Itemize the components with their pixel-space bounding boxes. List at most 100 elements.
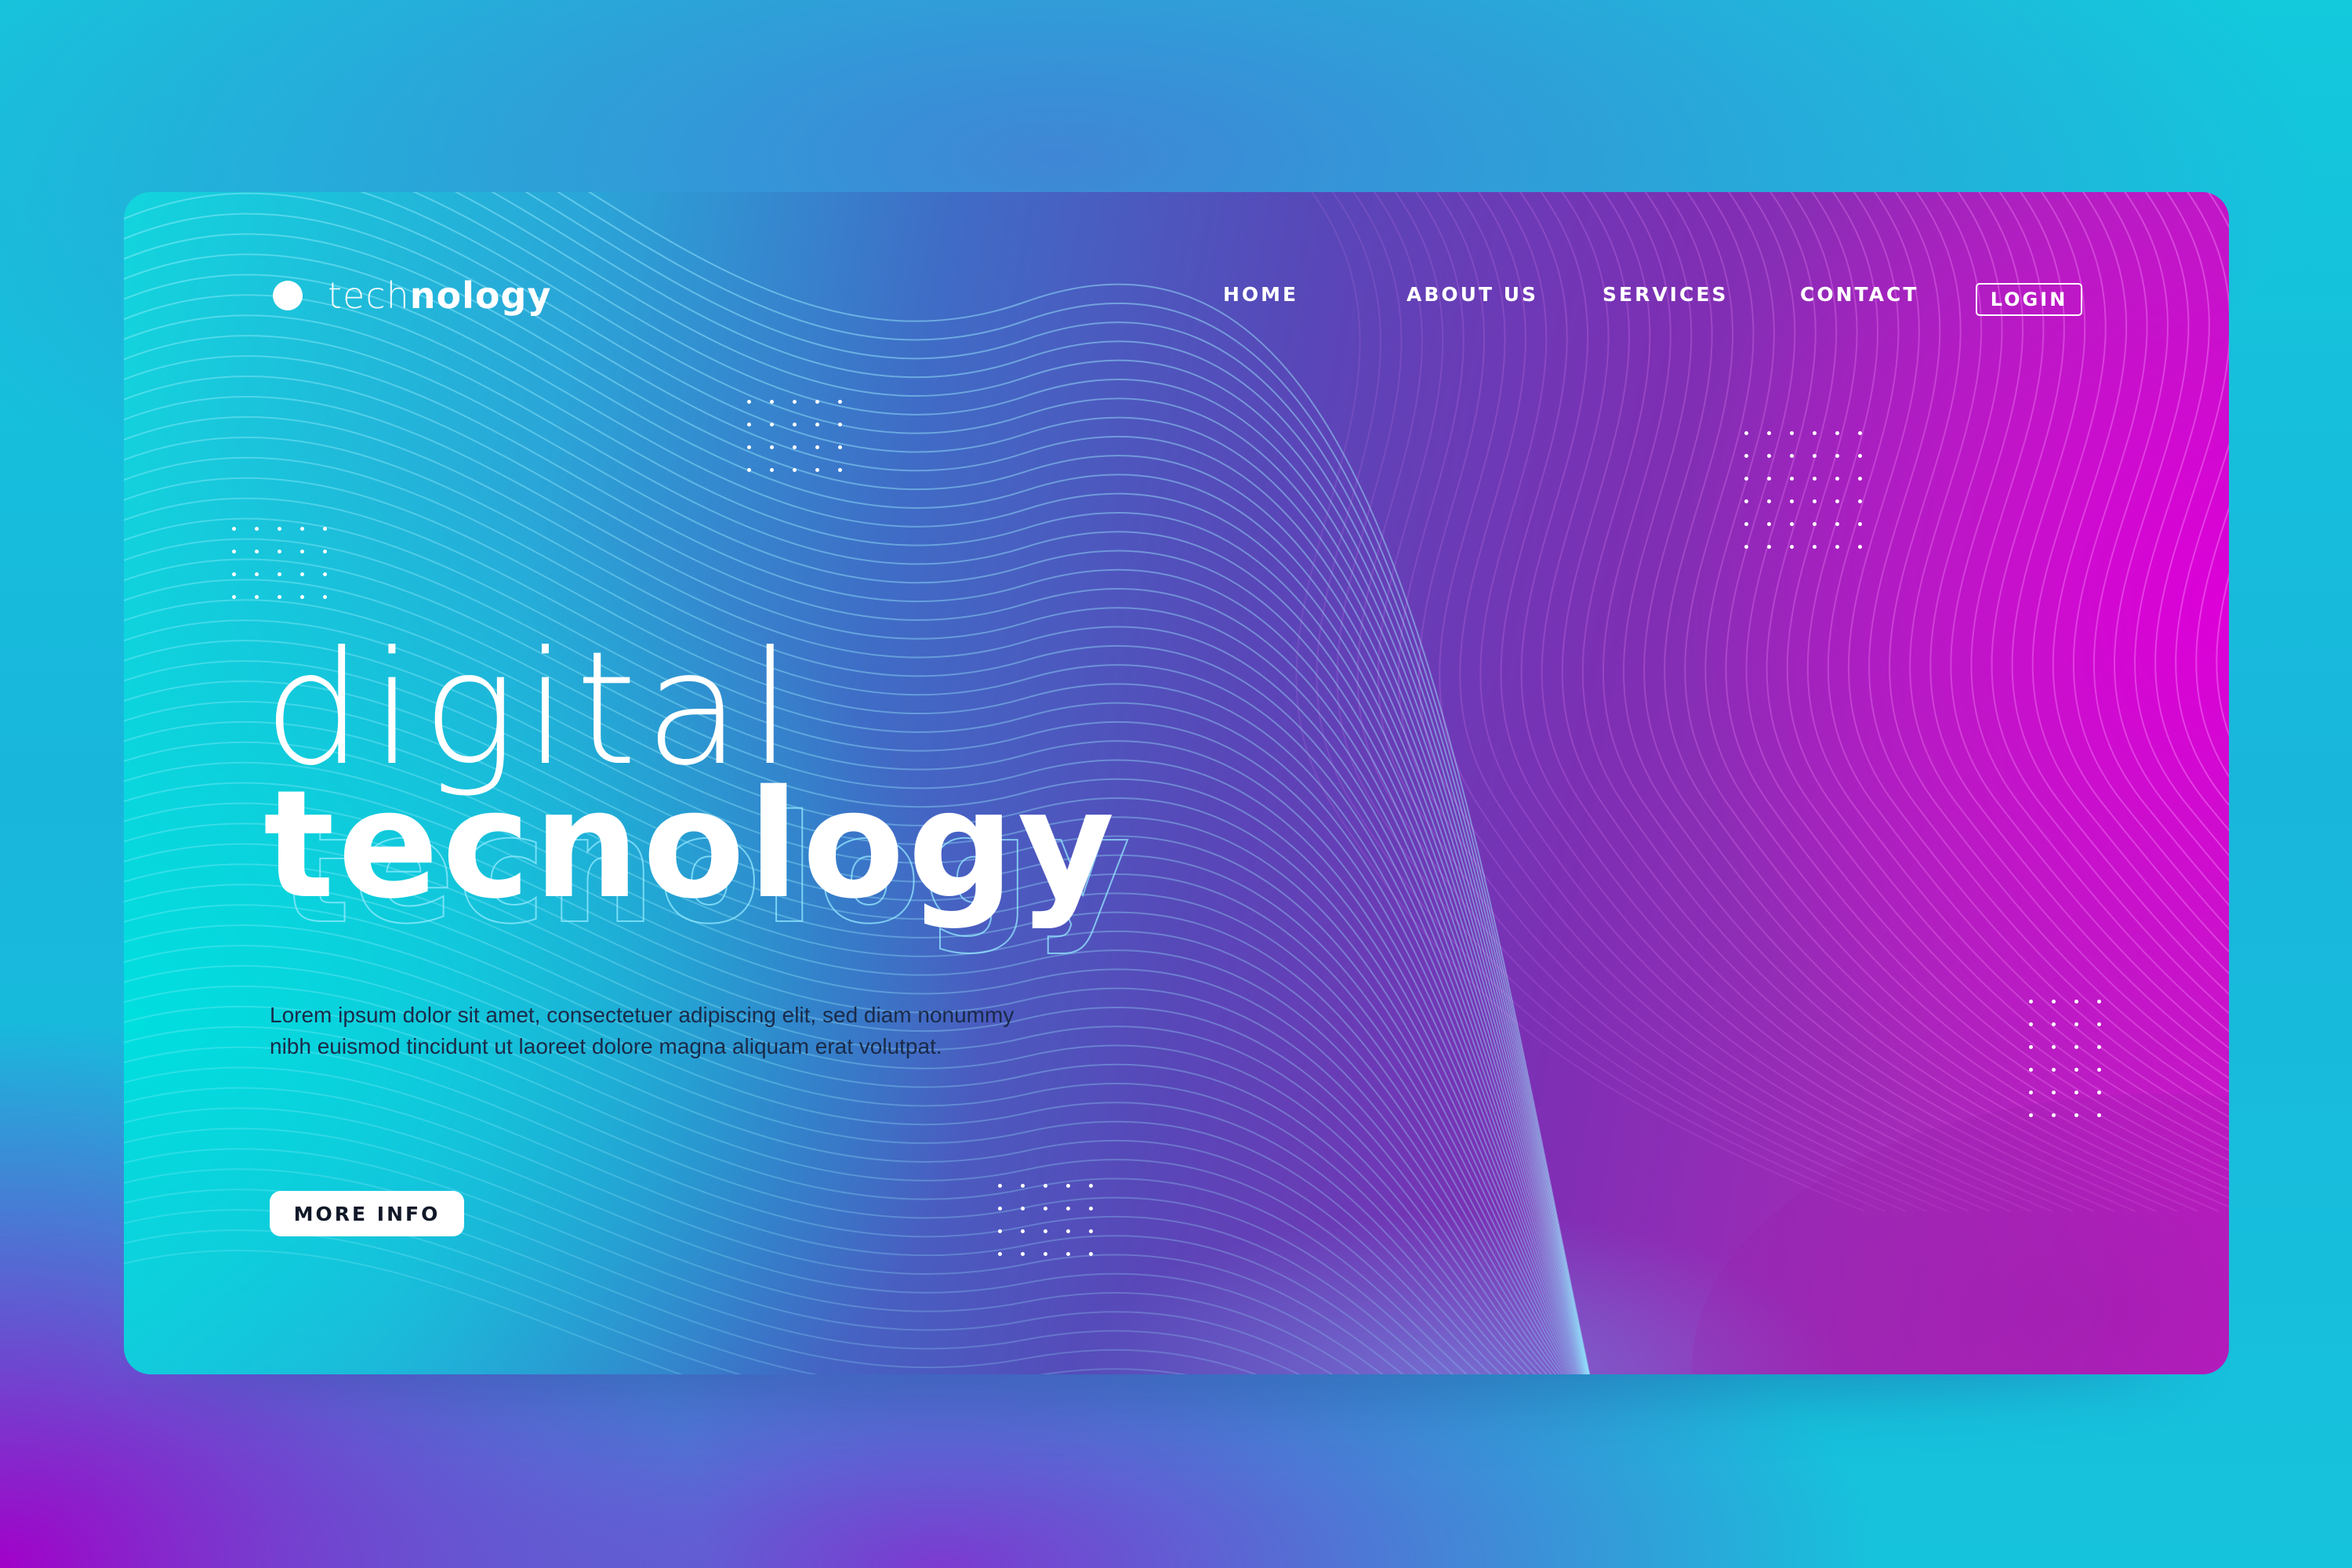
grid-dot (770, 468, 774, 472)
grid-dot (2029, 1113, 2033, 1117)
grid-dot (300, 595, 304, 599)
grid-dot (747, 423, 751, 426)
grid-dot (1790, 499, 1794, 503)
grid-dot (815, 400, 819, 404)
grid-dot (1021, 1184, 1025, 1188)
grid-dot (1767, 499, 1771, 503)
grid-dot (1767, 431, 1771, 435)
grid-dot (2097, 1091, 2101, 1094)
grid-dot (1813, 454, 1817, 458)
grid-dot (1767, 545, 1771, 549)
grid-dot (998, 1229, 1002, 1233)
grid-dot (278, 550, 281, 554)
grid-dot (1044, 1184, 1047, 1188)
more-info-button[interactable]: MORE INFO (270, 1191, 464, 1236)
grid-dot (793, 468, 797, 472)
grid-dot (1835, 522, 1839, 526)
grid-dot (232, 572, 236, 576)
grid-dot (232, 595, 236, 599)
grid-dot (1066, 1252, 1070, 1256)
grid-dot (1044, 1252, 1047, 1256)
grid-dot (1858, 522, 1862, 526)
grid-dot (815, 468, 819, 472)
grid-dot (838, 445, 842, 449)
nav-about-us[interactable]: ABOUT US (1406, 283, 1538, 306)
grid-dot (1858, 454, 1862, 458)
grid-dot (1858, 499, 1862, 503)
grid-dot (323, 550, 327, 554)
grid-dot (1858, 545, 1862, 549)
grid-dot (998, 1184, 1002, 1188)
landing-page-card: technology HOME ABOUT US SERVICES CONTAC… (124, 192, 2229, 1374)
grid-dot (1858, 477, 1862, 481)
grid-dot (1744, 545, 1748, 549)
grid-dot (323, 595, 327, 599)
nav-home[interactable]: HOME (1223, 283, 1298, 306)
grid-dot (1021, 1207, 1025, 1210)
grid-dot (255, 572, 259, 576)
grid-dot (998, 1252, 1002, 1256)
grid-dot (2074, 1000, 2078, 1004)
login-button[interactable]: LOGIN (1976, 283, 2082, 316)
grid-dot (1813, 522, 1817, 526)
grid-dot (2029, 1000, 2033, 1004)
grid-dot (2074, 1068, 2078, 1072)
grid-dot (1021, 1252, 1025, 1256)
grid-dot (2074, 1113, 2078, 1117)
grid-dot (1744, 477, 1748, 481)
grid-dot (278, 595, 281, 599)
grid-dot (1790, 522, 1794, 526)
grid-dot (2052, 1022, 2056, 1026)
nav-services[interactable]: SERVICES (1602, 283, 1728, 306)
grid-dot (232, 550, 236, 554)
grid-dot (2052, 1068, 2056, 1072)
grid-dot (2097, 1045, 2101, 1049)
hero-description: Lorem ipsum dolor sit amet, consectetuer… (270, 1003, 1014, 1058)
grid-dot (323, 572, 327, 576)
hero-title-bold: tecnology (263, 758, 1118, 931)
grid-dot (1813, 499, 1817, 503)
grid-dot (1744, 431, 1748, 435)
grid-dot (2029, 1022, 2033, 1026)
grid-dot (1089, 1184, 1093, 1188)
grid-dot (2052, 1113, 2056, 1117)
main-nav: HOME ABOUT US SERVICES CONTACT (124, 283, 2229, 314)
grid-dot (1767, 522, 1771, 526)
grid-dot (1835, 431, 1839, 435)
grid-dot (2074, 1022, 2078, 1026)
grid-dot (838, 400, 842, 404)
grid-dot (255, 550, 259, 554)
grid-dot (2029, 1045, 2033, 1049)
grid-dot (300, 550, 304, 554)
grid-dot (1767, 477, 1771, 481)
grid-dot (793, 445, 797, 449)
grid-dot (278, 572, 281, 576)
grid-dot (1089, 1207, 1093, 1210)
grid-dot (770, 445, 774, 449)
grid-dot (793, 400, 797, 404)
grid-dot (838, 468, 842, 472)
grid-dot (2052, 1045, 2056, 1049)
grid-dot (1044, 1207, 1047, 1210)
grid-dot (1790, 545, 1794, 549)
grid-dot (2097, 1113, 2101, 1117)
grid-dot (1744, 522, 1748, 526)
grid-dot (1790, 454, 1794, 458)
grid-dot (1813, 431, 1817, 435)
nav-contact[interactable]: CONTACT (1800, 283, 1918, 306)
grid-dot (1835, 454, 1839, 458)
grid-dot (2052, 1000, 2056, 1004)
grid-dot (1021, 1229, 1025, 1233)
grid-dot (1813, 477, 1817, 481)
grid-dot (1089, 1229, 1093, 1233)
grid-dot (2052, 1091, 2056, 1094)
grid-dot (1044, 1229, 1047, 1233)
grid-dot (2029, 1091, 2033, 1094)
grid-dot (1744, 454, 1748, 458)
grid-dot (770, 400, 774, 404)
grid-dot (998, 1207, 1002, 1210)
grid-dot (255, 527, 259, 531)
grid-dot (255, 595, 259, 599)
grid-dot (770, 423, 774, 426)
grid-dot (2074, 1091, 2078, 1094)
